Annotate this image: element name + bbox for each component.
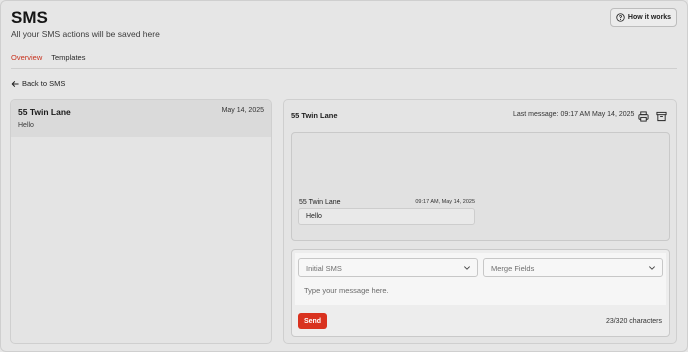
back-to-sms-link[interactable]: Back to SMS (11, 79, 65, 88)
how-it-works-label: How it works (627, 14, 672, 21)
message-input[interactable] (304, 286, 604, 295)
tab-bar: Overview Templates (11, 53, 85, 69)
conversation-list: 55 Twin Lane May 14, 2025 Hello (10, 99, 272, 344)
back-link-label: Back to SMS (22, 79, 66, 88)
page-title: SMS (11, 8, 48, 27)
message-time: 09:17 AM, May 14, 2025 (415, 199, 475, 205)
conversation-item[interactable]: 55 Twin Lane May 14, 2025 Hello (11, 100, 271, 137)
chevron-down-icon (648, 264, 656, 272)
merge-fields-select[interactable]: Merge Fields (483, 258, 663, 277)
printer-icon[interactable] (637, 110, 649, 122)
tab-templates[interactable]: Templates (51, 53, 85, 69)
how-it-works-button[interactable]: How it works (610, 8, 677, 27)
chat-recipient: 55 Twin Lane (291, 111, 338, 120)
chevron-down-icon (463, 264, 471, 272)
composer-input-area: Initial SMS Merge Fields (295, 253, 666, 305)
last-message-timestamp: Last message: 09:17 AM May 14, 2025 (513, 111, 635, 118)
message-thread: 55 Twin Lane 09:17 AM, May 14, 2025 Hell… (291, 132, 670, 241)
template-select[interactable]: Initial SMS (298, 258, 478, 277)
sms-composer: Initial SMS Merge Fields Send 23/320 cha… (291, 249, 670, 337)
app-window: SMS All your SMS actions will be saved h… (0, 0, 688, 352)
conversation-name: 55 Twin Lane (18, 107, 71, 117)
trash-icon[interactable] (655, 110, 667, 122)
template-select-value: Initial SMS (306, 264, 342, 273)
send-button[interactable]: Send (298, 313, 327, 329)
tab-overview[interactable]: Overview (11, 53, 43, 69)
help-circle-icon (616, 13, 625, 22)
message-sender: 55 Twin Lane (299, 199, 341, 206)
message-bubble: Hello (298, 208, 475, 225)
conversation-preview: Hello (18, 122, 34, 129)
chat-panel: 55 Twin Lane Last message: 09:17 AM May … (283, 99, 677, 344)
character-count: 23/320 characters (605, 318, 662, 325)
merge-fields-select-value: Merge Fields (491, 264, 535, 273)
conversation-date: May 14, 2025 (221, 107, 264, 114)
page-subtitle: All your SMS actions will be saved here (11, 29, 160, 39)
tab-divider (11, 68, 677, 69)
arrow-left-icon (11, 80, 19, 88)
